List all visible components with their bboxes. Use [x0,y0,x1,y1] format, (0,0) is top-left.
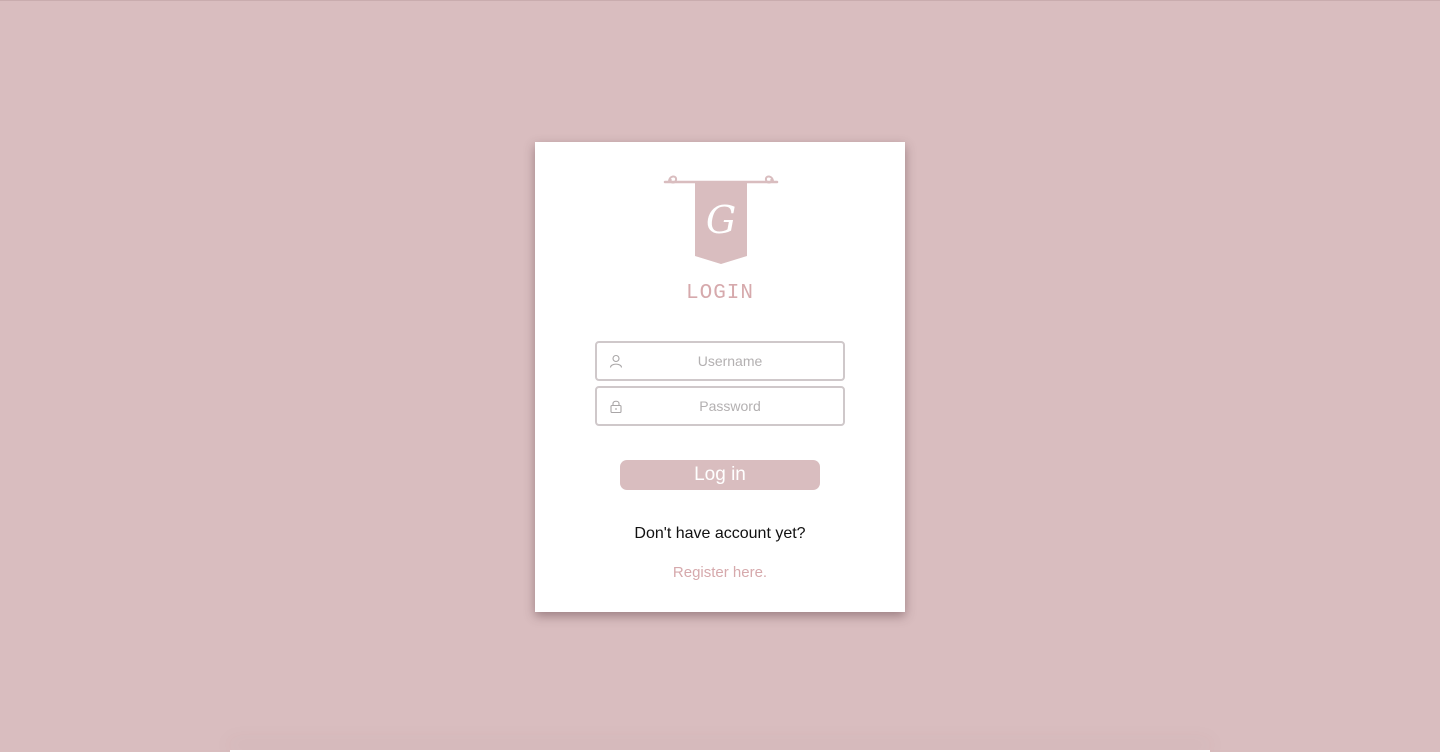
user-icon [609,354,623,368]
username-input[interactable] [627,343,833,379]
login-page: G LOGIN Log in Don't have account yet? R… [0,0,1440,752]
logo-letter: G [706,198,736,242]
top-border [0,0,1440,1]
password-input[interactable] [627,388,833,424]
register-link-container: Register here. [535,564,905,581]
no-account-text: Don't have account yet? [634,525,806,542]
login-card: G LOGIN Log in Don't have account yet? R… [535,142,905,612]
username-field[interactable] [595,341,845,381]
banner-logo-icon: G [663,175,779,264]
page-title: LOGIN [685,282,754,305]
lock-icon [610,400,622,413]
password-field[interactable] [595,386,845,426]
login-button[interactable]: Log in [620,460,820,490]
register-link[interactable]: Register here. [673,564,767,581]
